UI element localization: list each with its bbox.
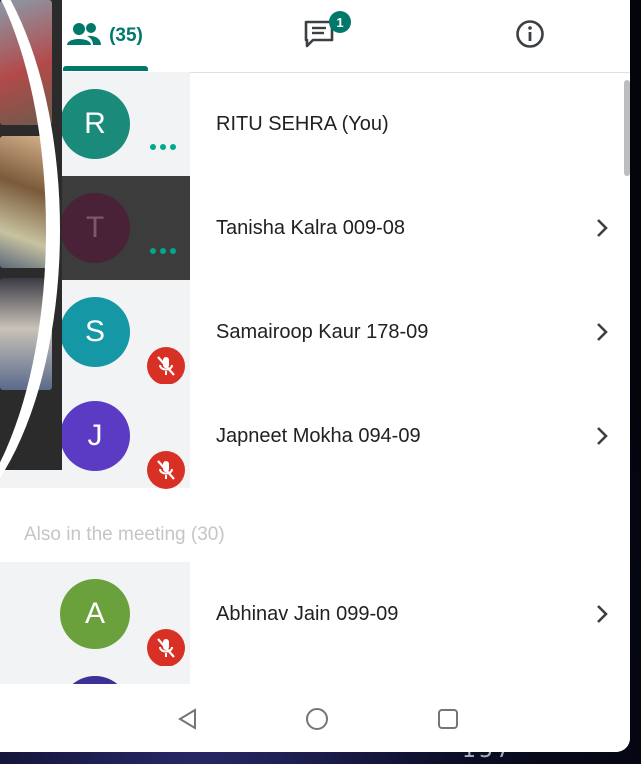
participant-row[interactable]: A Abhinav Jain 099-09 bbox=[0, 562, 630, 667]
participant-row[interactable]: T Tanisha Kalra 009-08 bbox=[0, 176, 630, 280]
speaking-indicator-icon bbox=[150, 248, 176, 254]
chat-unread-badge: 1 bbox=[329, 11, 351, 33]
participant-name: Abhinav Jain 099-09 bbox=[216, 602, 399, 625]
participant-row[interactable] bbox=[0, 666, 630, 746]
mic-off-icon bbox=[147, 347, 185, 385]
back-icon[interactable] bbox=[172, 704, 202, 734]
tab-bar: (35) 1 bbox=[0, 0, 630, 73]
home-icon[interactable] bbox=[302, 704, 332, 734]
tab-chat[interactable] bbox=[270, 0, 370, 72]
participant-name: Tanisha Kalra 009-08 bbox=[216, 216, 406, 239]
chevron-right-icon[interactable] bbox=[594, 424, 610, 448]
section-heading: Also in the meeting (30) bbox=[24, 524, 225, 545]
tab-people[interactable]: (35) bbox=[50, 0, 160, 72]
participant-name: RITU SEHRA (You) bbox=[216, 112, 389, 135]
active-tab-indicator bbox=[63, 66, 148, 71]
participant-name: Samairoop Kaur 178-09 bbox=[216, 320, 429, 343]
mic-off-icon bbox=[147, 629, 185, 667]
info-icon bbox=[515, 19, 545, 54]
participant-row[interactable]: J Japneet Mokha 094-09 bbox=[0, 384, 630, 489]
participant-row[interactable]: S Samairoop Kaur 178-09 bbox=[0, 280, 630, 385]
tab-info[interactable] bbox=[480, 0, 580, 72]
participant-count: (35) bbox=[109, 25, 143, 46]
meet-participants-screen: (35) 1 R RITU SEHRA (You) T Tanisha Kalr… bbox=[0, 0, 630, 752]
recents-icon[interactable] bbox=[433, 704, 463, 734]
scrollbar[interactable] bbox=[624, 80, 630, 176]
avatar: S bbox=[60, 297, 130, 367]
mic-off-icon bbox=[147, 451, 185, 489]
avatar: R bbox=[60, 89, 130, 159]
speaking-indicator-icon bbox=[150, 144, 176, 150]
chevron-right-icon[interactable] bbox=[594, 216, 610, 240]
android-nav-bar bbox=[0, 684, 630, 752]
participant-row[interactable]: R RITU SEHRA (You) bbox=[0, 72, 630, 176]
avatar: J bbox=[60, 401, 130, 471]
participant-name: Japneet Mokha 094-09 bbox=[216, 424, 421, 447]
avatar: A bbox=[60, 579, 130, 649]
people-icon bbox=[67, 22, 102, 51]
chevron-right-icon[interactable] bbox=[594, 320, 610, 344]
avatar: T bbox=[60, 193, 130, 263]
chevron-right-icon[interactable] bbox=[594, 602, 610, 626]
